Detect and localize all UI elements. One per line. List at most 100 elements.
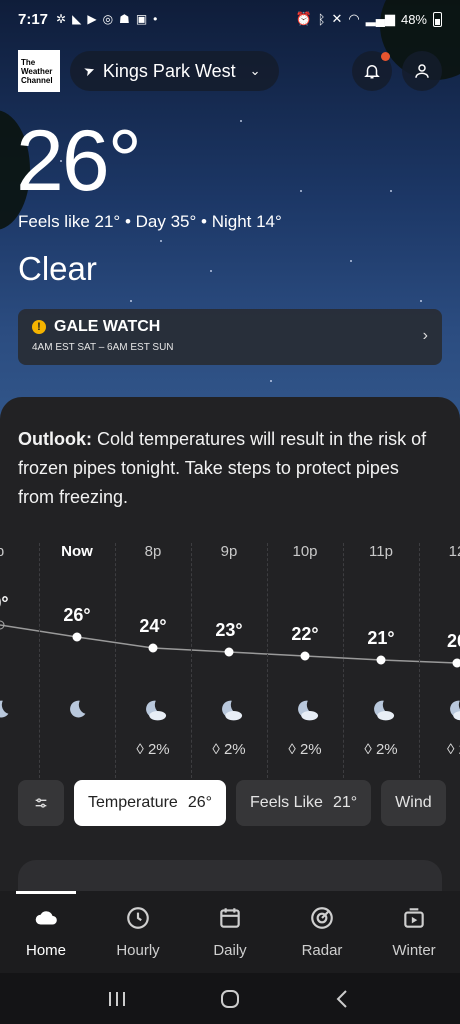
raindrop-icon: ◊ [212, 741, 224, 758]
raindrop-icon: ◊ [447, 741, 459, 758]
precip-value: 2% [223, 741, 246, 758]
precip-chance: ◊ 2 [419, 741, 460, 758]
precip-chance: ◊ 2% [191, 741, 267, 758]
calendar-icon [220, 908, 240, 928]
location-arrow-icon: ➤ [81, 61, 97, 80]
dot-icon: • [153, 12, 158, 26]
nav-item-label: Daily [213, 942, 247, 959]
hour-label: 8p [144, 543, 162, 560]
chat-icon: ◎ [102, 12, 114, 26]
logo-text: The Weather Channel [21, 58, 53, 85]
hour-label: 9p [220, 543, 238, 560]
nav-item-daily[interactable]: Daily [184, 891, 276, 973]
moon-cloud-icon [146, 700, 167, 721]
hour-label: 12 [448, 543, 460, 560]
user-icon [415, 64, 429, 78]
hour-column: p [0, 537, 38, 718]
nav-item-hourly[interactable]: Hourly [92, 891, 184, 973]
hour-temperature: 24° [139, 616, 167, 636]
nav-item-label: Home [25, 942, 66, 959]
filter-button[interactable] [18, 780, 64, 826]
mail-icon: ◣ [72, 12, 82, 26]
hour-temperature: 9° [0, 593, 9, 613]
moon-cloud-icon [374, 700, 395, 721]
radar-icon [311, 907, 333, 929]
hour-temperature: 23° [215, 620, 243, 640]
moon-cloud-icon [298, 700, 319, 721]
metric-pill-value: 26° [187, 794, 213, 811]
news-icon: ▣ [135, 12, 148, 26]
video-icon [404, 908, 424, 928]
precip-value: 2% [147, 741, 170, 758]
moon-cloud-icon [222, 700, 243, 721]
back-icon[interactable] [332, 988, 354, 1010]
notifications-button[interactable] [352, 51, 392, 91]
hour-column: 11p ◊ 2% [343, 537, 419, 758]
temperature-point [148, 643, 158, 653]
battery-percent: 48% [400, 11, 427, 27]
clock-icon [127, 907, 149, 929]
outlook-text: Outlook: Cold temperatures will result i… [18, 425, 438, 512]
alert-time-range: 4AM EST SAT – 6AM EST SUN [32, 342, 174, 353]
hour-column: Now [39, 537, 115, 718]
location-selector[interactable]: ➤ Kings Park West ⌄ [70, 51, 279, 91]
hour-label: 10p [292, 543, 318, 560]
hour-column: 8p ◊ 2% [115, 537, 191, 758]
nav-item-label: Radar [301, 942, 343, 959]
youtube-icon: ▶ [87, 12, 97, 26]
android-icon: ☗ [119, 12, 130, 26]
forecast-sheet: Outlook: Cold temperatures will result i… [0, 397, 460, 891]
metric-pill-label: Temperature [88, 794, 178, 811]
hour-temperature: 26° [63, 605, 91, 625]
mute-icon: ✕ [331, 11, 343, 26]
hour-column: 9p ◊ 2% [191, 537, 267, 758]
recent-apps-icon[interactable] [106, 989, 128, 1009]
hour-column: 12 ◊ 2 [419, 537, 460, 758]
temperature-curve [0, 620, 460, 668]
weather-channel-logo[interactable]: The Weather Channel [18, 50, 60, 92]
temperature-point [452, 658, 460, 668]
feels-like-line: Feels like 21° • Day 35° • Night 14° [18, 212, 282, 231]
bell-icon [364, 65, 380, 79]
app-header: The Weather Channel ➤ Kings Park West ⌄ [18, 50, 442, 92]
moon-icon [70, 700, 86, 718]
metric-pill-label: Wind [395, 794, 432, 811]
hour-label: 11p [369, 543, 393, 560]
system-navigation-bar [0, 973, 460, 1024]
raindrop-icon: ◊ [136, 741, 148, 758]
hour-label: p [0, 543, 38, 560]
precip-chance: ◊ 2% [267, 741, 343, 758]
hourly-strip[interactable]: p 9° Now 26° 8p ◊ 2% 24° 9p ◊ 2% 23° 10p ◊ 2% 22° 11p… [0, 537, 460, 778]
hour-temperature: 20 [446, 631, 460, 651]
nav-item-home[interactable]: Home [0, 891, 92, 973]
metric-pill-temperature[interactable]: Temperature 26° [74, 780, 227, 826]
temperature-point [72, 632, 82, 642]
weather-alert-card[interactable]: ! GALE WATCH 4AM EST SAT – 6AM EST SUN › [18, 309, 442, 365]
nav-item-winter[interactable]: Winter [368, 891, 460, 973]
alert-title: GALE WATCH [54, 318, 161, 335]
metric-pill-label: Feels Like [250, 794, 323, 811]
status-right-icons: ⏰ ᛒ ✕ ◠ ▂▄▆ 48% [295, 11, 442, 27]
metric-selector: Temperature 26° Feels Like 21° Wind [18, 780, 460, 826]
notification-dot [381, 52, 390, 61]
signal-icon: ▂▄▆ [365, 11, 395, 26]
bottom-navigation: Home Hourly Daily Radar Winter [0, 891, 460, 973]
status-left-icons: ✲ ◣ ▶ ◎ ☗ ▣ • [56, 12, 157, 26]
home-icon[interactable] [219, 988, 241, 1010]
alarm-icon: ⏰ [295, 11, 312, 26]
metric-pill-wind[interactable]: Wind [381, 780, 446, 826]
hour-temperature: 21° [367, 628, 395, 648]
chevron-right-icon: › [422, 327, 428, 344]
wifi-icon: ◠ [348, 11, 360, 26]
nav-item-radar[interactable]: Radar [276, 891, 368, 973]
current-condition: Clear [18, 250, 97, 287]
settings-gear-icon: ✲ [56, 12, 67, 26]
precip-chance: ◊ 2% [343, 741, 419, 758]
temperature-point [224, 647, 234, 657]
hour-divider [39, 543, 40, 778]
precip-value: 2% [299, 741, 322, 758]
profile-button[interactable] [402, 51, 442, 91]
precip-value: 2% [375, 741, 398, 758]
metric-pill-feels-like[interactable]: Feels Like 21° [236, 780, 372, 826]
alert-warning-icon: ! [32, 320, 46, 334]
